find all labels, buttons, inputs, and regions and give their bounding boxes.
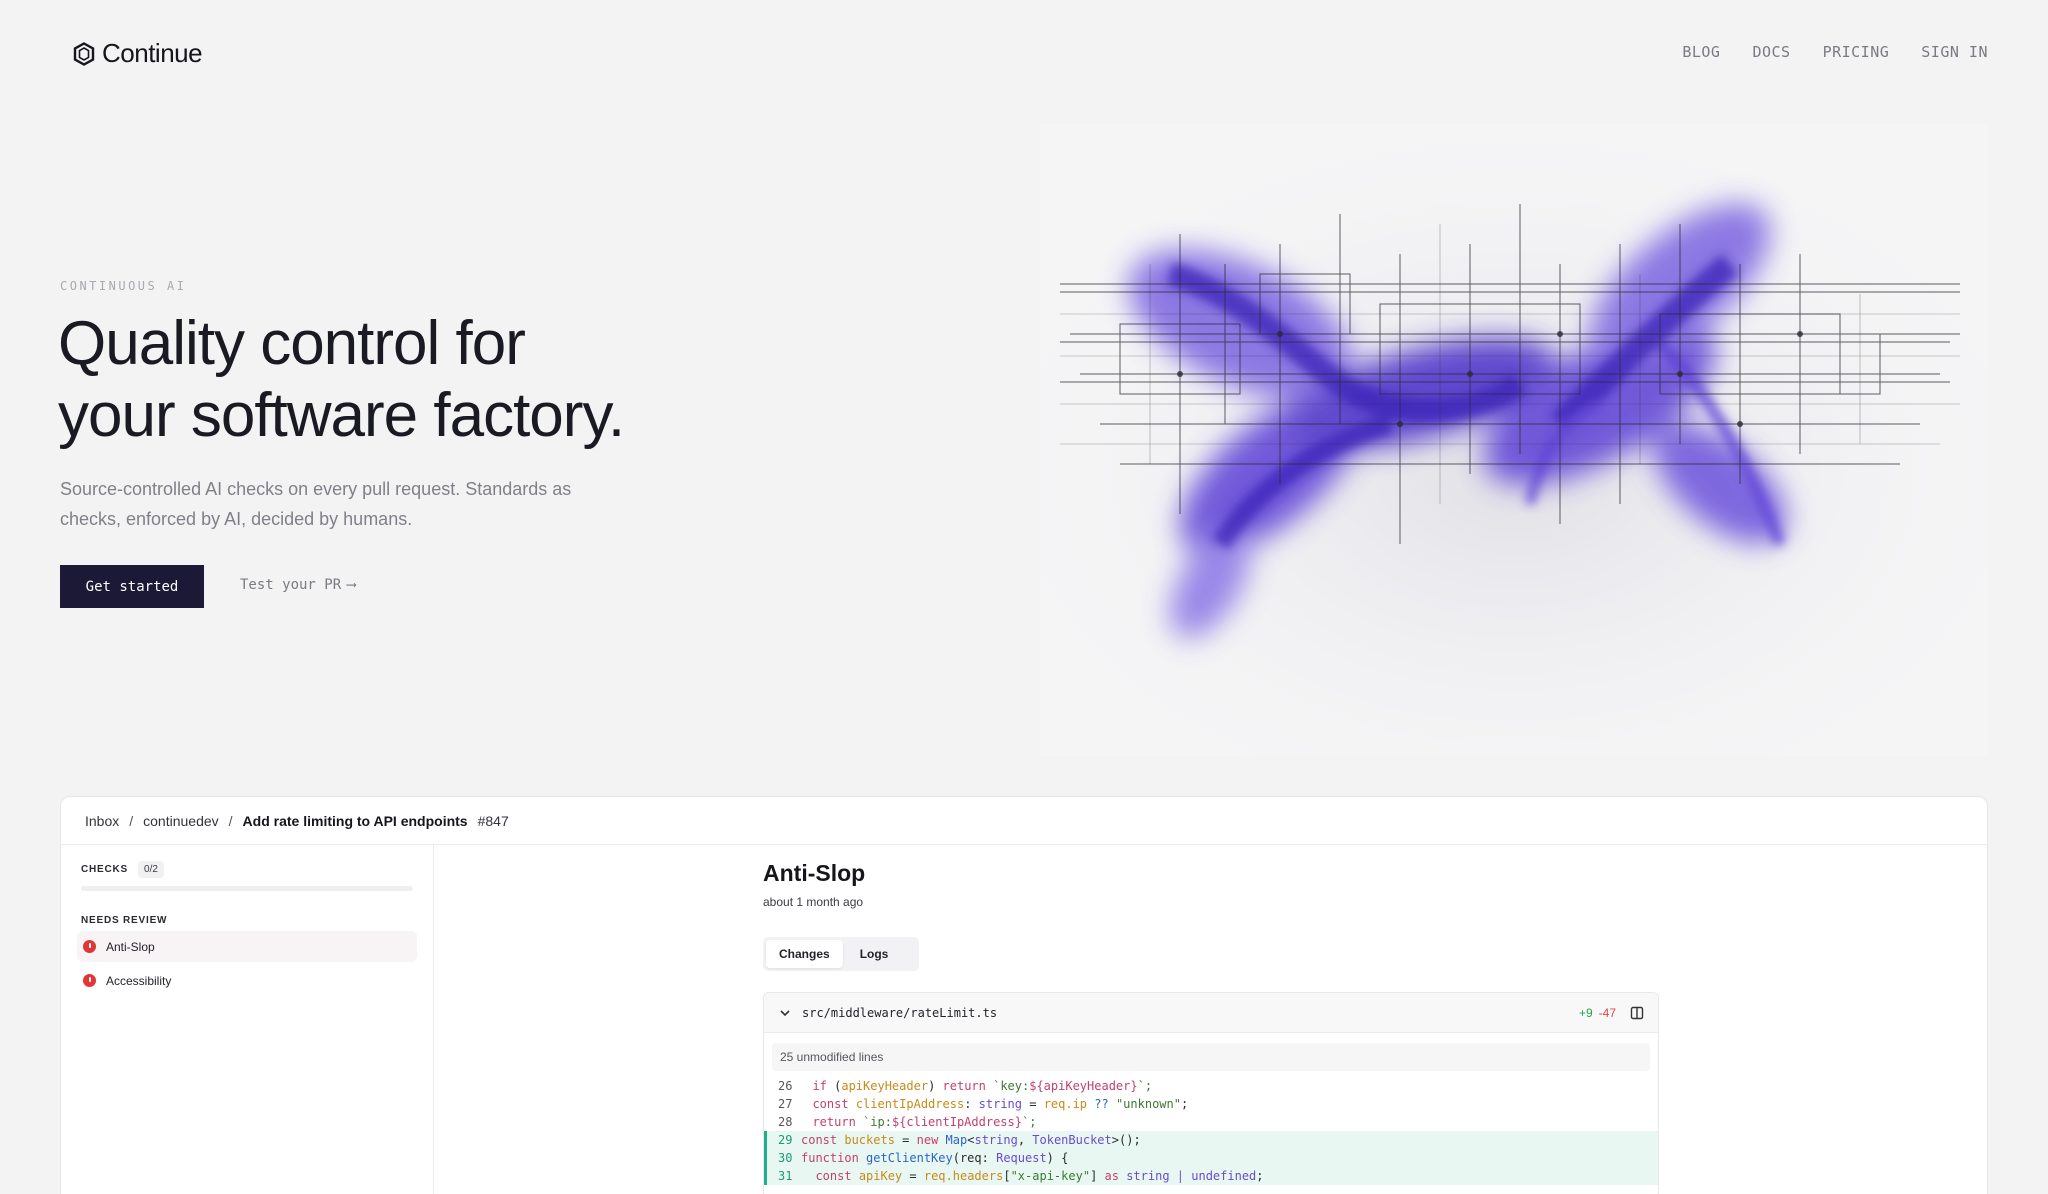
code-line-added: 30 function getClientKey(req: Request) { — [764, 1149, 1658, 1167]
breadcrumb: Inbox / continuedev / Add rate limiting … — [61, 797, 1987, 845]
check-title: Anti-Slop — [763, 860, 866, 886]
tab-logs[interactable]: Logs — [847, 940, 902, 968]
line-number: 27 — [778, 1097, 793, 1111]
diff-file-path: src/middleware/rateLimit.ts — [802, 1005, 998, 1020]
diff-stats: +9 -47 — [1579, 1006, 1616, 1020]
nav-link-pricing[interactable]: PRICING — [1823, 43, 1890, 61]
hero-headline-line-2: your software factory. — [58, 381, 625, 450]
failed-status-icon — [83, 974, 96, 987]
nav-link-docs[interactable]: DOCS — [1752, 43, 1790, 61]
code-text: const clientIpAddress: string = req.ip ?… — [812, 1097, 1189, 1111]
code-line: 28 return `ip:${clientIpAddress}`; — [764, 1113, 1658, 1131]
top-nav: Continue BLOG DOCS PRICING SIGN IN — [0, 0, 2048, 105]
nav-links: BLOG DOCS PRICING SIGN IN — [1682, 43, 1988, 61]
code-line: 27 const clientIpAddress: string = req.i… — [764, 1095, 1658, 1113]
failed-status-icon — [83, 940, 96, 953]
diff-header[interactable]: src/middleware/rateLimit.ts +9 -47 — [764, 993, 1658, 1033]
tab-changes[interactable]: Changes — [766, 940, 843, 968]
code-line-added: 31 const apiKey = req.headers["x-api-key… — [764, 1167, 1658, 1185]
check-item-anti-slop[interactable]: Anti-Slop — [77, 931, 417, 962]
test-your-pr-link[interactable]: Test your PR ⟶ — [240, 577, 356, 593]
line-number: 28 — [778, 1115, 793, 1129]
breadcrumb-pr-number: #847 — [477, 812, 509, 829]
hero-headline-line-1: Quality control for — [58, 309, 526, 378]
code-text: const buckets = new Map<string, TokenBuc… — [801, 1133, 1141, 1147]
hero-subhead: Source-controlled AI checks on every pul… — [60, 479, 572, 529]
nav-link-sign-in[interactable]: SIGN IN — [1921, 43, 1988, 61]
test-your-pr-label: Test your PR — [240, 577, 342, 593]
breadcrumb-separator: / — [129, 812, 134, 829]
code-line-added: 29 const buckets = new Map<string, Token… — [764, 1131, 1658, 1149]
hero-eyebrow: CONTINUOUS AI — [60, 279, 187, 293]
split-view-icon[interactable] — [1630, 1006, 1644, 1020]
breadcrumb-org[interactable]: continuedev — [143, 813, 219, 829]
brand-logo[interactable]: Continue — [72, 38, 203, 69]
arrow-right-icon: ⟶ — [347, 577, 356, 593]
breadcrumb-pr-title: Add rate limiting to API endpoints — [242, 812, 468, 829]
check-item-label: Accessibility — [106, 973, 172, 988]
check-item-accessibility[interactable]: Accessibility — [77, 965, 417, 996]
ink-circuit-illustration — [1040, 124, 1988, 756]
brand-name: Continue — [102, 38, 203, 68]
line-number: 31 — [778, 1169, 793, 1183]
line-number: 30 — [778, 1151, 793, 1165]
unmodified-lines-expander[interactable]: 25 unmodified lines — [772, 1043, 1650, 1071]
breadcrumb-inbox[interactable]: Inbox — [85, 813, 119, 829]
continue-logo-icon — [73, 41, 95, 66]
detail-tabs: Changes Logs — [763, 937, 919, 971]
checks-progress-bar — [81, 886, 413, 891]
diff-deletions: -47 — [1598, 1005, 1616, 1020]
file-diff: src/middleware/rateLimit.ts +9 -47 25 un… — [763, 992, 1659, 1194]
checks-label: CHECKS — [81, 864, 129, 875]
checks-count-badge: 0/2 — [138, 861, 164, 878]
needs-review-label: NEEDS REVIEW — [81, 915, 168, 926]
checks-header: CHECKS 0/2 — [81, 861, 164, 878]
code-line: 26 if (apiKeyHeader) return `key:${apiKe… — [764, 1077, 1658, 1095]
chevron-down-icon[interactable] — [778, 1006, 792, 1020]
pr-review-panel: Inbox / continuedev / Add rate limiting … — [60, 796, 1988, 1194]
line-number: 29 — [778, 1133, 793, 1147]
hero-headline: Quality control for your software factor… — [58, 308, 758, 452]
diff-additions: +9 — [1578, 1005, 1593, 1020]
checks-sidebar: CHECKS 0/2 NEEDS REVIEW Anti-Slop Access… — [61, 845, 434, 1194]
check-timestamp: about 1 month ago — [763, 895, 864, 909]
code-text: return `ip:${clientIpAddress}`; — [812, 1115, 1037, 1129]
line-number: 26 — [778, 1079, 793, 1093]
check-item-label: Anti-Slop — [106, 939, 155, 954]
code-text: const apiKey = req.headers["x-api-key"] … — [815, 1169, 1264, 1183]
get-started-button[interactable]: Get started — [60, 565, 204, 608]
nav-link-blog[interactable]: BLOG — [1682, 43, 1720, 61]
breadcrumb-separator: / — [228, 812, 233, 829]
hero-illustration — [1040, 124, 1988, 756]
code-text: if (apiKeyHeader) return `key:${apiKeyHe… — [812, 1079, 1153, 1093]
code-text: function getClientKey(req: Request) { — [801, 1151, 1069, 1165]
